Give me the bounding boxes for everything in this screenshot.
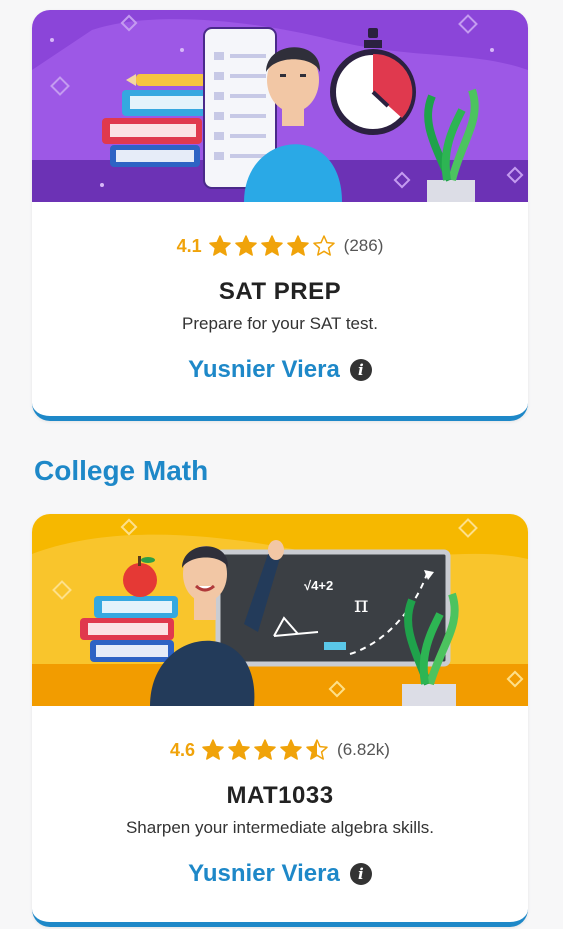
course-card-mat1033[interactable]: √4+2 π 4.6 (6.82k) MAT1033 Sharpen your … bbox=[32, 514, 528, 927]
course-illustration-mat1033: √4+2 π bbox=[32, 514, 528, 706]
course-title[interactable]: SAT PREP bbox=[32, 278, 528, 306]
course-illustration-sat-prep bbox=[32, 10, 528, 202]
star-icon bbox=[202, 739, 224, 760]
rating-row: 4.1 (286) bbox=[32, 234, 528, 258]
star-icon bbox=[208, 235, 231, 256]
info-icon[interactable]: i bbox=[349, 863, 372, 885]
chalkboard-pi: π bbox=[354, 593, 368, 618]
rating-value: 4.6 bbox=[170, 739, 196, 760]
star-icon bbox=[228, 739, 250, 760]
star-icon bbox=[260, 235, 283, 256]
section-heading: College Math bbox=[34, 455, 209, 486]
author-link[interactable]: Yusnier Viera bbox=[188, 860, 340, 888]
star-icon bbox=[306, 739, 328, 760]
course-subtitle: Sharpen your intermediate algebra skills… bbox=[125, 818, 435, 837]
star-icon bbox=[254, 739, 276, 760]
rating-row: 4.6 (6.82k) bbox=[32, 738, 528, 762]
course-card-sat-prep[interactable]: 4.1 (286) SAT PREP Prepare for your SAT … bbox=[32, 10, 528, 421]
course-title[interactable]: MAT1033 bbox=[32, 782, 528, 810]
info-icon[interactable]: i bbox=[349, 359, 372, 381]
star-rating bbox=[208, 234, 336, 258]
star-icon bbox=[312, 235, 335, 256]
course-subtitle: Prepare for your SAT test. bbox=[182, 314, 378, 333]
star-icon bbox=[234, 235, 257, 256]
star-rating bbox=[201, 738, 329, 762]
star-icon bbox=[280, 739, 302, 760]
chalkboard-formula: √4+2 bbox=[304, 578, 333, 593]
star-icon bbox=[286, 235, 309, 256]
review-count: (6.82k) bbox=[337, 740, 390, 759]
review-count: (286) bbox=[343, 236, 384, 255]
author-link[interactable]: Yusnier Viera bbox=[188, 356, 340, 384]
rating-value: 4.1 bbox=[176, 235, 202, 256]
